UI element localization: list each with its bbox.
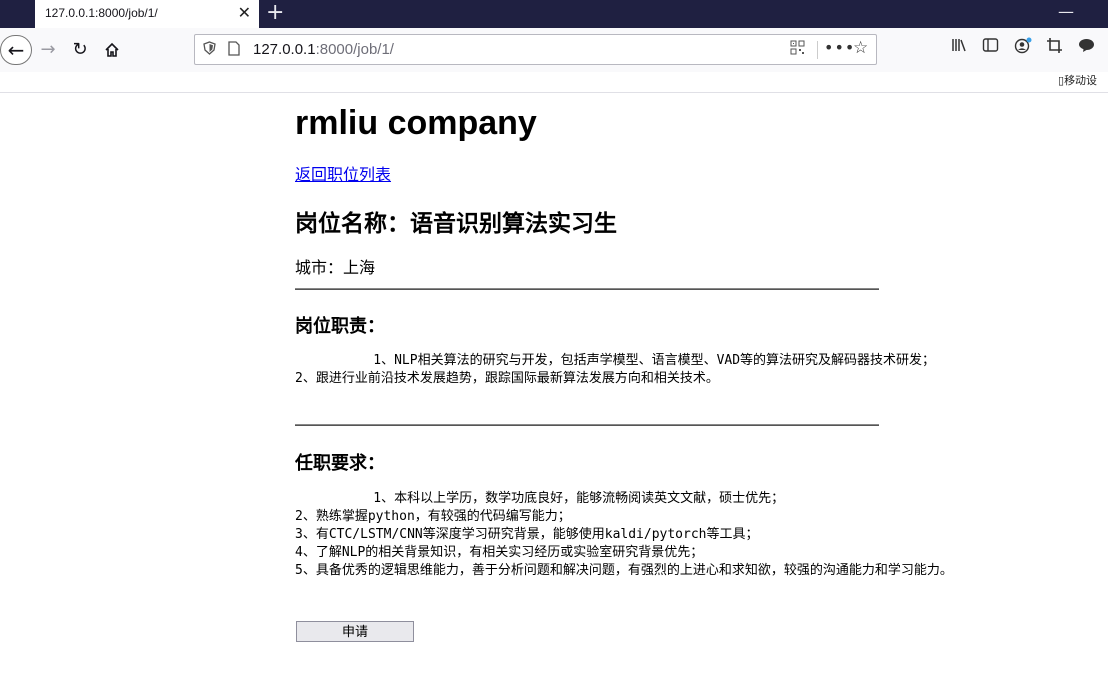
divider [295,424,879,426]
requirements-text: 1、本科以上学历，数学功底良好，能够流畅阅读英文文献，硕士优先； 2、熟练掌握p… [295,491,953,578]
page-info-icon[interactable] [228,41,240,60]
qr-code-icon[interactable] [790,40,805,59]
company-heading: rmliu company [295,104,537,142]
duties-text: 1、NLP相关算法的研究与开发，包括声学模型、语言模型、VAD等的算法研究及解码… [295,353,936,386]
forward-button[interactable]: → [33,36,63,64]
more-actions-icon[interactable]: ••• [824,38,855,57]
home-icon [105,42,119,57]
url-separator [817,41,818,59]
job-title: 岗位名称：语音识别算法实习生 [295,211,617,237]
toolbar-divider [0,92,1108,93]
url-path: :8000/job/1/ [315,41,394,58]
address-bar[interactable]: 127.0.0.1:8000/job/1/ ••• ☆ [194,34,877,65]
job-city: 城市：上海 [295,258,376,277]
navigation-toolbar: ← → ↻ 127.0.0.1:8000/job/1/ ••• ☆ ▯移动设 [0,28,1108,87]
tab-bar-accent [0,0,35,28]
new-tab-button[interactable]: + [266,1,284,25]
close-tab-icon[interactable]: ✕ [238,3,251,22]
divider [295,288,879,290]
reload-icon: ↻ [72,39,88,60]
chat-bubble-icon[interactable] [1078,37,1095,57]
back-button[interactable]: ← [0,35,32,65]
requirements-heading: 任职要求： [295,453,385,474]
bookmark-star-icon[interactable]: ☆ [853,38,868,58]
duties-heading: 岗位职责： [295,316,385,337]
minimize-window-button[interactable]: — [1058,2,1074,21]
home-button[interactable] [97,36,127,64]
crop-screenshot-icon[interactable] [1046,37,1063,58]
library-icon[interactable] [951,37,968,57]
url-host: 127.0.0.1 [253,41,316,58]
mobile-bookmarks-label: 移动设 [1064,74,1098,87]
tab-bar: 127.0.0.1:8000/job/1/ ✕ + — [0,0,1108,28]
arrow-left-icon: ← [7,38,25,62]
url-text[interactable]: 127.0.0.1:8000/job/1/ [253,41,394,58]
tab-title: 127.0.0.1:8000/job/1/ [45,6,158,20]
apply-button[interactable]: 申请 [296,621,414,642]
shield-icon[interactable] [203,41,216,59]
account-icon[interactable] [1014,37,1032,58]
active-tab[interactable]: 127.0.0.1:8000/job/1/ ✕ [35,0,259,28]
reload-button[interactable]: ↻ [65,36,95,64]
sidebar-icon[interactable] [982,37,999,57]
arrow-right-icon: → [40,39,56,60]
back-to-job-list-link[interactable]: 返回职位列表 [295,161,391,185]
mobile-bookmarks-button[interactable]: ▯移动设 [1058,72,1097,88]
